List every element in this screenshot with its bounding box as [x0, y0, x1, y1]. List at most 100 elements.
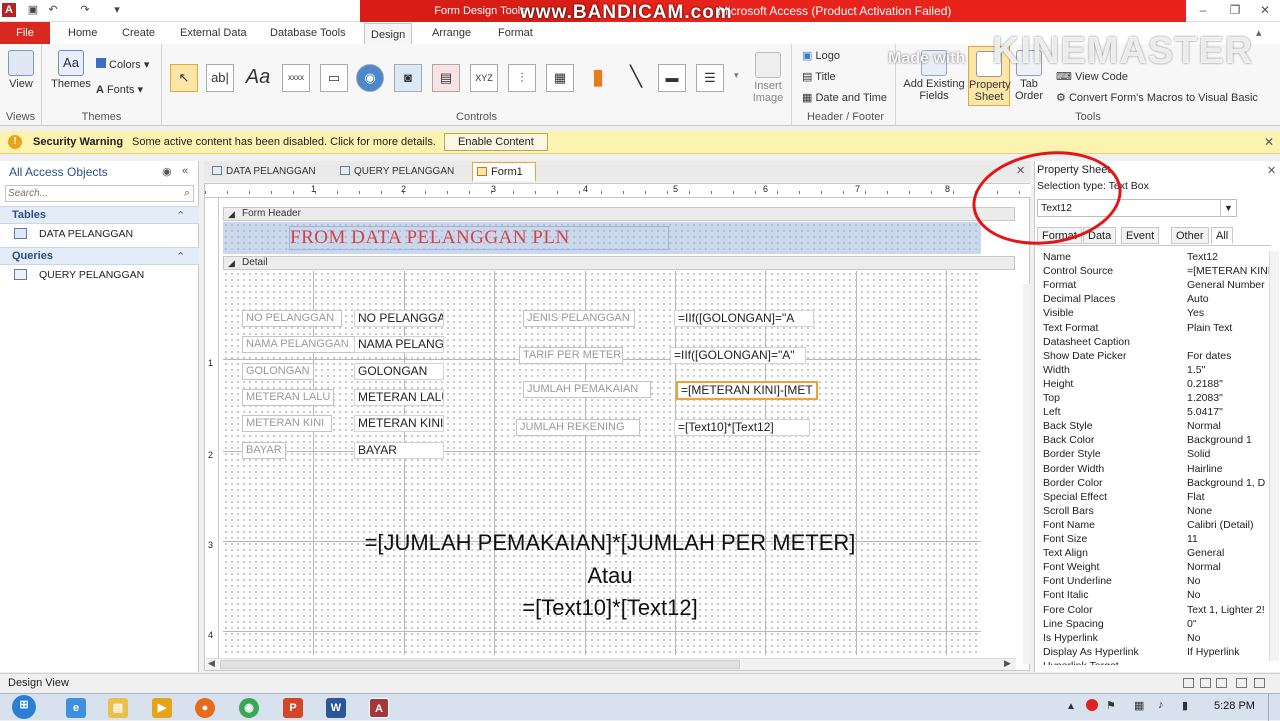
label-jumlah-pemakaian[interactable]: JUMLAH PEMAKAIAN [523, 381, 651, 398]
save-icon[interactable]: ▣ [26, 3, 40, 17]
textbox-meteran-kini[interactable]: METERAN KINI [354, 415, 444, 432]
textbox-nama-pelanggan[interactable]: NAMA PELANG [354, 336, 444, 353]
close-security-icon[interactable]: ✕ [1264, 135, 1274, 149]
nav-group-tables[interactable]: Tables ⌃ [0, 206, 199, 224]
property-value[interactable]: Solid [1187, 447, 1271, 461]
property-row[interactable]: Border Style Solid [1041, 447, 1271, 461]
property-value[interactable]: For dates [1187, 349, 1271, 363]
property-value[interactable]: No [1187, 588, 1271, 602]
nav-item-query-pelanggan[interactable]: QUERY PELANGGAN [14, 268, 194, 284]
property-value[interactable]: Calibri (Detail) [1187, 518, 1271, 532]
property-value[interactable]: General [1187, 546, 1271, 560]
nav-collapse-icon[interactable]: « [182, 165, 188, 177]
tab-control-tool-icon[interactable]: ▭ [320, 64, 348, 92]
date-time-button[interactable]: ▦ Date and Time [802, 92, 887, 104]
text-box-tool-icon[interactable]: ab| [206, 64, 234, 92]
flag-icon[interactable]: ⚑ [1106, 699, 1116, 712]
insert-image-button[interactable]: Insert Image [748, 52, 788, 104]
scroll-right-icon[interactable]: ▶ [1004, 658, 1011, 669]
property-row[interactable]: Border Width Hairline [1041, 462, 1271, 476]
restore-icon[interactable]: ❐ [1224, 2, 1246, 18]
enable-content-button[interactable]: Enable Content [444, 133, 548, 151]
scroll-left-icon[interactable]: ◀ [208, 658, 215, 669]
logo-button[interactable]: ▣ Logo [802, 50, 840, 62]
property-value[interactable]: No [1187, 631, 1271, 645]
hyperlink-tool-icon[interactable]: ◉ [356, 64, 384, 92]
property-row[interactable]: Is Hyperlink No [1041, 631, 1271, 645]
nav-group-queries[interactable]: Queries ⌃ [0, 247, 199, 265]
form-header-bar[interactable]: ◢ Form Header [223, 207, 1015, 221]
select-tool-icon[interactable]: ↖ [170, 64, 198, 92]
title-button[interactable]: ▤ Title [802, 71, 836, 83]
property-row[interactable]: Name Text12 [1041, 250, 1271, 264]
pivot-view-icon[interactable] [1254, 678, 1265, 688]
web-browser-tool-icon[interactable]: ◙ [394, 64, 422, 92]
property-row[interactable]: Font Underline No [1041, 574, 1271, 588]
property-value[interactable]: Auto [1187, 292, 1271, 306]
option-group-tool-icon[interactable]: XYZ [470, 64, 498, 92]
show-desktop-button[interactable] [1268, 694, 1280, 721]
property-row[interactable]: Format General Number [1041, 278, 1271, 292]
view-button[interactable]: View [4, 50, 38, 90]
label-no-pelanggan[interactable]: NO PELANGGAN [242, 310, 342, 327]
property-row[interactable]: Special Effect Flat [1041, 490, 1271, 504]
property-value[interactable]: Background 1, D [1187, 476, 1271, 490]
tab-arrange[interactable]: Arrange [426, 22, 477, 44]
property-scrollbar[interactable] [1269, 251, 1279, 661]
property-value[interactable]: =[METERAN KINI [1187, 264, 1271, 278]
search-icon[interactable]: ⌕ [184, 187, 190, 200]
access-app-icon[interactable]: A [2, 3, 16, 17]
label-tarif-per-meter[interactable]: TARIF PER METER [519, 347, 623, 364]
property-value[interactable]: Plain Text [1187, 321, 1271, 335]
redo-icon[interactable]: ↷ [78, 3, 92, 17]
label-bayar[interactable]: BAYAR [242, 442, 286, 459]
property-value[interactable]: 11 [1187, 532, 1271, 546]
property-value[interactable]: 1.2083" [1187, 391, 1271, 405]
nav-search-box[interactable]: ⌕ [5, 185, 194, 202]
property-value[interactable]: Background 1 [1187, 433, 1271, 447]
property-row[interactable]: Top 1.2083" [1041, 391, 1271, 405]
colors-button[interactable]: Colors ▾ [96, 58, 149, 71]
textbox-jumlah-rekening[interactable]: =[Text10]*[Text12] [674, 419, 810, 436]
property-value[interactable]: If Hyperlink [1187, 645, 1271, 659]
collapse-tables-icon[interactable]: ⌃ [176, 209, 185, 222]
internet-explorer-icon[interactable]: e [66, 698, 86, 718]
property-row[interactable]: Border Color Background 1, D [1041, 476, 1271, 490]
property-row[interactable]: Control Source =[METERAN KINI [1041, 264, 1271, 278]
property-row[interactable]: Height 0.2188" [1041, 377, 1271, 391]
close-window-icon[interactable]: ✕ [1254, 2, 1276, 18]
tray-chevron-icon[interactable]: ▲ [1066, 701, 1076, 712]
word-icon[interactable]: W [326, 698, 346, 718]
list-box-tool-icon[interactable]: ☰ [696, 64, 724, 92]
horizontal-scrollbar[interactable]: ◀ ▶ [206, 658, 1016, 670]
property-value[interactable]: Text12 [1187, 250, 1271, 264]
powerpoint-icon[interactable]: P [283, 698, 303, 718]
property-value[interactable]: 1.5" [1187, 363, 1271, 377]
tab-external-data[interactable]: External Data [174, 22, 253, 44]
property-value[interactable]: Flat [1187, 490, 1271, 504]
property-value[interactable]: General Number [1187, 278, 1271, 292]
property-row[interactable]: Line Spacing 0" [1041, 617, 1271, 631]
textbox-jumlah-pemakaian-selected[interactable]: =[METERAN KINI]-[MET [676, 381, 818, 400]
property-row[interactable]: Datasheet Caption [1041, 335, 1271, 349]
property-row[interactable]: Decimal Places Auto [1041, 292, 1271, 306]
property-value[interactable]: Text 1, Lighter 2! [1187, 603, 1271, 617]
controls-more-icon[interactable]: ▾ [734, 70, 739, 81]
tab-file[interactable]: File [0, 22, 50, 44]
page-break-tool-icon[interactable]: ⫶ [508, 64, 536, 92]
textbox-no-pelanggan[interactable]: NO PELANGGAI [354, 310, 444, 327]
button-tool-icon[interactable]: xxxx [282, 64, 310, 92]
firefox-icon[interactable]: ● [195, 698, 215, 718]
doc-tab-form1[interactable]: Form1 [472, 162, 536, 181]
property-row[interactable]: Display As Hyperlink If Hyperlink [1041, 645, 1271, 659]
nav-menu-icon[interactable]: ◉ [162, 165, 172, 178]
collapse-ribbon-icon[interactable]: ▴ [1256, 26, 1262, 39]
doc-tab-query-pelanggan[interactable]: QUERY PELANGGAN [336, 162, 466, 181]
tab-design[interactable]: Design [364, 23, 413, 45]
nav-header[interactable]: All Access Objects [9, 165, 108, 179]
battery-icon[interactable]: ▮ [1182, 699, 1188, 712]
property-row[interactable]: Fore Color Text 1, Lighter 2! [1041, 603, 1271, 617]
network-icon[interactable]: ▦ [1134, 699, 1144, 712]
start-button-icon[interactable]: ⊞ [12, 695, 36, 719]
vertical-scrollbar[interactable] [1023, 284, 1031, 664]
